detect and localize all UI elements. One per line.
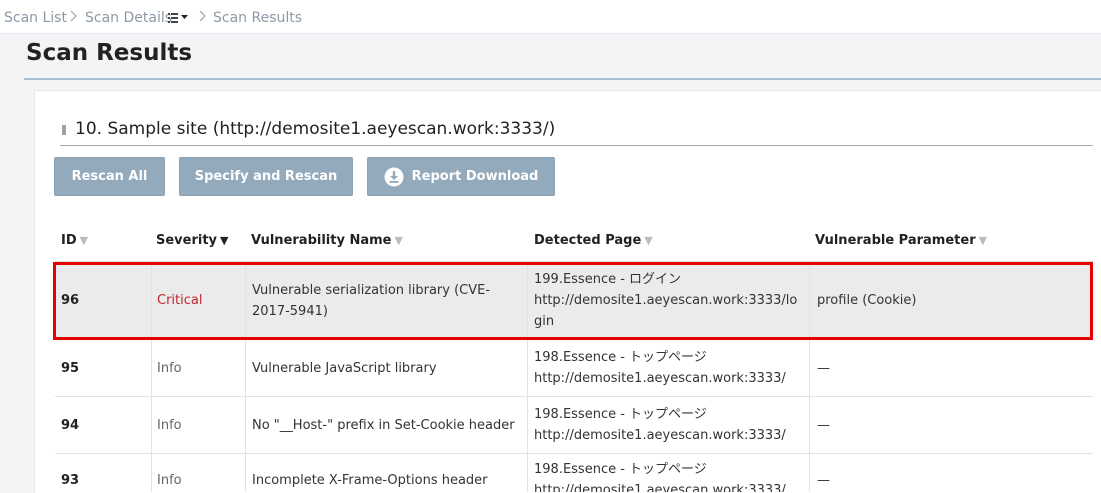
row-id: 93 [61,472,80,488]
row-page-title: 198.Essence - トップページ [534,350,707,365]
row-vulnerable-parameter: — [809,340,1093,396]
list-menu-icon[interactable] [168,12,190,24]
row-id: 95 [61,360,80,376]
row-vulnerable-parameter: — [809,454,1093,492]
row-severity: Info [151,397,245,453]
row-vulnerability-name: Vulnerable JavaScript library [245,340,527,396]
breadcrumb-scan-details[interactable]: Scan Details [85,10,172,26]
column-header-vulnerability-name[interactable]: Vulnerability Name ▼ [251,233,403,248]
row-detected-page: 198.Essence - トップページ http://demosite1.ae… [527,340,809,396]
row-page-title: 198.Essence - トップページ [534,407,707,422]
table-row[interactable]: 96 Critical Vulnerable serialization lib… [55,262,1093,340]
chevron-right-icon [196,10,208,22]
download-icon [384,167,404,186]
sort-arrow-icon: ▼ [394,234,403,247]
sort-arrow-icon: ▼ [79,234,89,247]
row-id: 96 [61,293,80,308]
table-row[interactable]: 93 Info Incomplete X-Frame-Options heade… [55,454,1093,492]
column-header-id-label: ID [61,233,77,248]
row-vulnerability-name: No "__Host-" prefix in Set-Cookie header [245,397,527,453]
row-vulnerability-name: Vulnerable serialization library (CVE-20… [245,262,527,339]
table-row[interactable]: 94 Info No "__Host-" prefix in Set-Cooki… [55,397,1093,454]
row-id: 94 [61,417,80,433]
column-header-name-label: Vulnerability Name [251,233,392,248]
report-download-button[interactable]: Report Download [367,157,555,196]
rescan-all-button[interactable]: Rescan All [54,157,165,196]
rescan-all-label: Rescan All [71,169,148,184]
specify-and-rescan-label: Specify and Rescan [194,169,338,184]
row-severity: Critical [151,262,245,339]
row-page-title: 199.Essence - ログイン [534,272,682,287]
site-title-marker [62,125,66,135]
breadcrumb-scan-list[interactable]: Scan List [4,10,67,26]
row-vulnerability-name: Incomplete X-Frame-Options header [245,454,527,492]
table-row[interactable]: 95 Info Vulnerable JavaScript library 19… [55,340,1093,397]
column-header-page-label: Detected Page [534,233,642,248]
row-page-url: http://demosite1.aeyescan.work:3333/ [534,483,786,492]
breadcrumb-scan-results: Scan Results [213,10,303,26]
sort-arrow-icon: ▼ [220,234,229,247]
row-detected-page: 198.Essence - トップページ http://demosite1.ae… [527,397,809,453]
sort-arrow-icon: ▼ [978,234,988,247]
column-header-vulnerable-parameter[interactable]: Vulnerable Parameter ▼ [815,233,987,248]
column-header-param-label: Vulnerable Parameter [815,233,976,248]
row-page-url: http://demosite1.aeyescan.work:3333/logi… [534,293,798,329]
row-vulnerable-parameter: profile (Cookie) [809,262,1093,339]
report-download-label: Report Download [411,169,539,184]
site-title: 10. Sample site (http://demosite1.aeyesc… [75,119,556,139]
row-detected-page: 198.Essence - トップページ http://demosite1.ae… [527,454,809,492]
row-page-url: http://demosite1.aeyescan.work:3333/ [534,371,786,386]
column-header-id[interactable]: ID ▼ [61,233,88,248]
row-page-title: 198.Essence - トップページ [534,462,707,477]
row-page-url: http://demosite1.aeyescan.work:3333/ [534,428,786,443]
specify-and-rescan-button[interactable]: Specify and Rescan [179,157,353,196]
column-header-severity-label: Severity [156,233,218,248]
row-severity: Info [151,454,245,492]
breadcrumb: Scan List Scan Details Scan Results [0,0,1101,34]
sort-arrow-icon: ▼ [644,234,653,247]
row-severity: Info [151,340,245,396]
column-header-detected-page[interactable]: Detected Page ▼ [534,233,653,248]
chevron-right-icon [67,10,79,22]
row-detected-page: 199.Essence - ログイン http://demosite1.aeye… [527,262,809,339]
title-divider [24,78,1101,80]
column-header-severity[interactable]: Severity ▼ [156,233,229,248]
row-vulnerable-parameter: — [809,397,1093,453]
page-title: Scan Results [26,40,193,66]
site-title-divider [60,145,1093,146]
